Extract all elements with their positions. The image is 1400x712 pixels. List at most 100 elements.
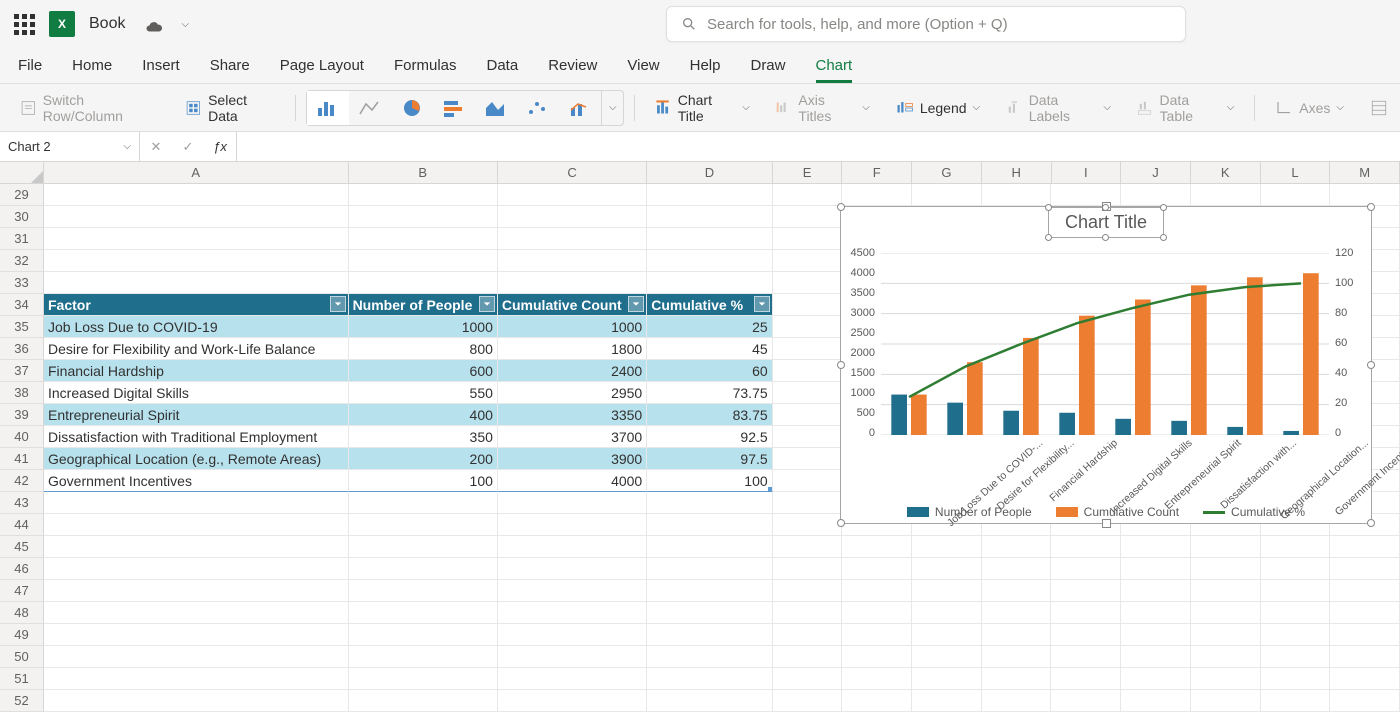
resize-handle-nw[interactable] — [837, 203, 845, 211]
chart-type-more[interactable]: ⌵ — [601, 91, 623, 125]
filter-icon[interactable] — [330, 296, 346, 312]
spreadsheet-grid[interactable]: ABCDEFGHIJKLM 293031323334FactorNumber o… — [0, 162, 1400, 712]
cell-A41[interactable]: Geographical Location (e.g., Remote Area… — [44, 448, 349, 470]
cell-C42[interactable]: 4000 — [498, 470, 647, 492]
cell-C52[interactable] — [498, 690, 647, 712]
cell-C29[interactable] — [498, 184, 647, 206]
cell-J47[interactable] — [1121, 580, 1191, 602]
resize-handle-ne[interactable] — [1367, 203, 1375, 211]
cell-A35[interactable]: Job Loss Due to COVID-19 — [44, 316, 349, 338]
formula-input[interactable] — [236, 132, 1400, 161]
cell-D38[interactable]: 73.75 — [647, 382, 772, 404]
cell-H49[interactable] — [982, 624, 1052, 646]
row-header[interactable]: 49 — [0, 624, 44, 646]
ribbon-tab-file[interactable]: File — [18, 57, 42, 83]
cell-I52[interactable] — [1051, 690, 1121, 712]
resize-handle-sw[interactable] — [837, 519, 845, 527]
cell-A31[interactable] — [44, 228, 349, 250]
cell-A47[interactable] — [44, 580, 349, 602]
cell-A33[interactable] — [44, 272, 349, 294]
legend-entry[interactable]: Cumulative % — [1203, 505, 1305, 519]
cell-L49[interactable] — [1261, 624, 1331, 646]
cell-C34[interactable]: Cumulative Count — [498, 294, 647, 316]
cell-F49[interactable] — [842, 624, 912, 646]
cell-F50[interactable] — [842, 646, 912, 668]
row-header[interactable]: 30 — [0, 206, 44, 228]
cell-C39[interactable]: 3350 — [498, 404, 647, 426]
cell-E51[interactable] — [773, 668, 843, 690]
select-data-button[interactable]: Select Data — [175, 90, 285, 126]
cell-G51[interactable] — [912, 668, 982, 690]
chart-type-area[interactable] — [475, 91, 517, 125]
cell-E41[interactable] — [773, 448, 843, 470]
cell-M50[interactable] — [1330, 646, 1400, 668]
filter-icon[interactable] — [754, 296, 770, 312]
legend-entry[interactable]: Number of People — [907, 505, 1032, 519]
cell-F52[interactable] — [842, 690, 912, 712]
cell-E48[interactable] — [773, 602, 843, 624]
cell-D43[interactable] — [647, 492, 772, 514]
confirm-formula-button[interactable]: ✓ — [172, 139, 204, 155]
cell-J49[interactable] — [1121, 624, 1191, 646]
cell-H52[interactable] — [982, 690, 1052, 712]
axis-titles-button[interactable]: Axis Titles ⌵ — [766, 90, 880, 126]
search-box[interactable]: Search for tools, help, and more (Option… — [666, 6, 1186, 42]
cell-A39[interactable]: Entrepreneurial Spirit — [44, 404, 349, 426]
chart-type-scatter[interactable] — [517, 91, 559, 125]
cell-B30[interactable] — [349, 206, 498, 228]
cell-F46[interactable] — [842, 558, 912, 580]
cell-I48[interactable] — [1051, 602, 1121, 624]
cell-L52[interactable] — [1261, 690, 1331, 712]
cell-C47[interactable] — [498, 580, 647, 602]
cell-K47[interactable] — [1191, 580, 1261, 602]
cell-K46[interactable] — [1191, 558, 1261, 580]
cell-C48[interactable] — [498, 602, 647, 624]
ribbon-tab-chart[interactable]: Chart — [816, 57, 853, 83]
cell-M47[interactable] — [1330, 580, 1400, 602]
cell-G49[interactable] — [912, 624, 982, 646]
cell-E36[interactable] — [773, 338, 843, 360]
cell-J45[interactable] — [1121, 536, 1191, 558]
chart-legend[interactable]: Number of PeopleCumulative CountCumulati… — [841, 505, 1371, 519]
chart-type-clustered-column[interactable] — [307, 91, 349, 125]
cell-C31[interactable] — [498, 228, 647, 250]
cell-B31[interactable] — [349, 228, 498, 250]
cell-D29[interactable] — [647, 184, 772, 206]
row-header[interactable]: 47 — [0, 580, 44, 602]
cell-H29[interactable] — [982, 184, 1052, 206]
cell-F29[interactable] — [842, 184, 912, 206]
cell-M52[interactable] — [1330, 690, 1400, 712]
cell-D35[interactable]: 25 — [647, 316, 772, 338]
cell-K50[interactable] — [1191, 646, 1261, 668]
cell-H50[interactable] — [982, 646, 1052, 668]
embedded-chart[interactable]: Chart Title 0500100015002000250030003500… — [840, 206, 1372, 524]
cell-D45[interactable] — [647, 536, 772, 558]
cell-C38[interactable]: 2950 — [498, 382, 647, 404]
data-labels-button[interactable]: Data Labels ⌵ — [996, 90, 1121, 126]
cell-B43[interactable] — [349, 492, 498, 514]
cell-C37[interactable]: 2400 — [498, 360, 647, 382]
cell-L29[interactable] — [1261, 184, 1331, 206]
row-header[interactable]: 33 — [0, 272, 44, 294]
chart-type-pie[interactable] — [391, 91, 433, 125]
cell-M45[interactable] — [1330, 536, 1400, 558]
cell-B40[interactable]: 350 — [349, 426, 498, 448]
cell-D40[interactable]: 92.5 — [647, 426, 772, 448]
cell-D30[interactable] — [647, 206, 772, 228]
cell-H51[interactable] — [982, 668, 1052, 690]
cell-C51[interactable] — [498, 668, 647, 690]
cell-K52[interactable] — [1191, 690, 1261, 712]
cell-C49[interactable] — [498, 624, 647, 646]
cell-F47[interactable] — [842, 580, 912, 602]
axes-button[interactable]: Axes ⌵ — [1265, 90, 1354, 126]
cell-D39[interactable]: 83.75 — [647, 404, 772, 426]
column-header-G[interactable]: G — [912, 162, 982, 183]
document-name[interactable]: Book — [89, 15, 125, 33]
cell-J52[interactable] — [1121, 690, 1191, 712]
column-header-D[interactable]: D — [647, 162, 772, 183]
chart-title[interactable]: Chart Title — [1048, 207, 1164, 238]
cell-E50[interactable] — [773, 646, 843, 668]
cell-G47[interactable] — [912, 580, 982, 602]
cell-A44[interactable] — [44, 514, 349, 536]
cell-A49[interactable] — [44, 624, 349, 646]
